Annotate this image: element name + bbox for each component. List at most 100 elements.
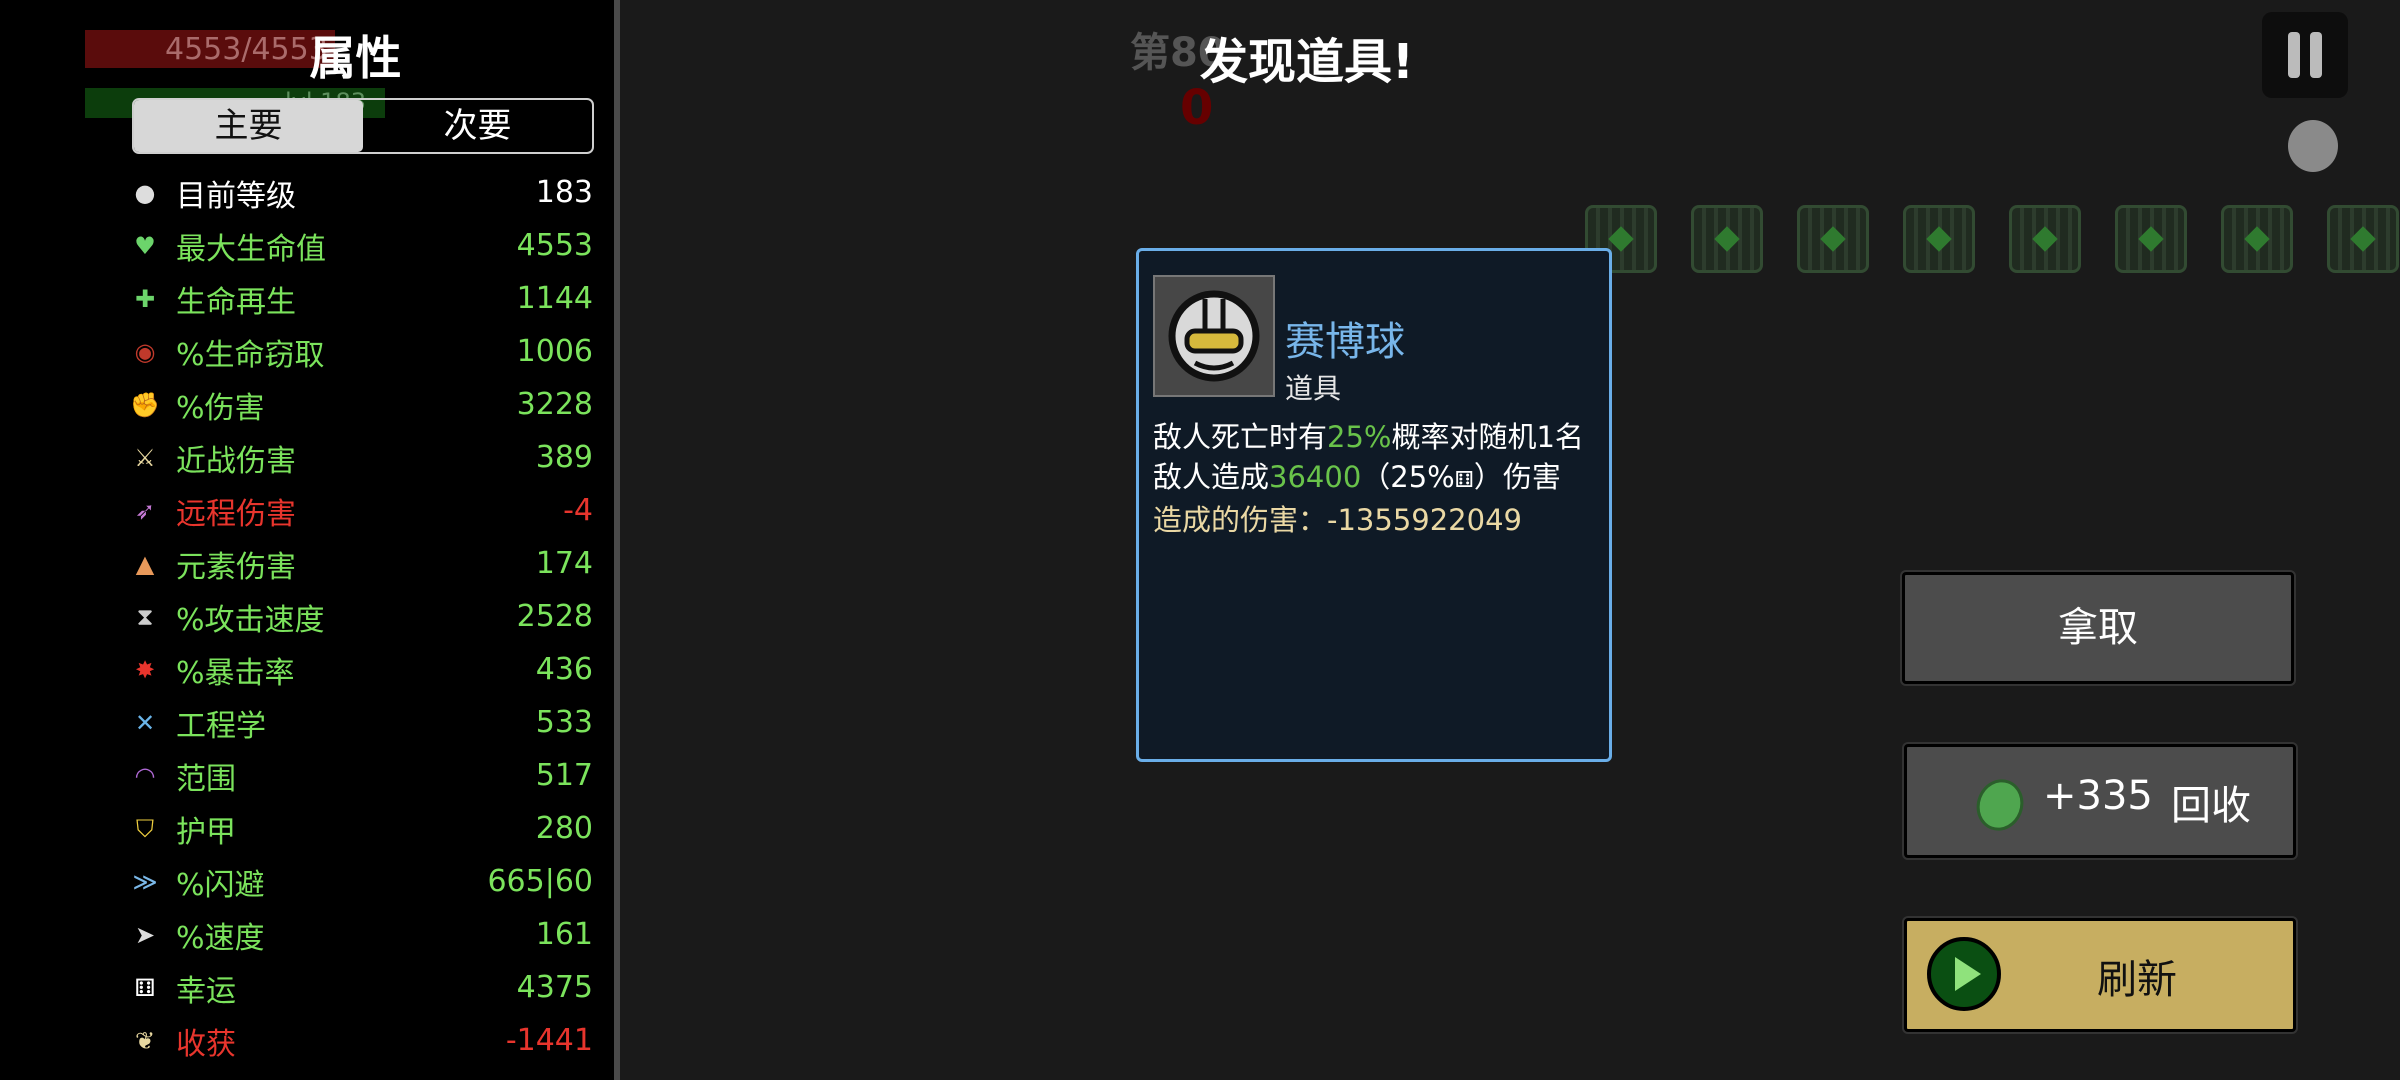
tab-secondary[interactable]: 次要 <box>363 100 592 152</box>
reroll-label: 刷新 <box>2097 957 2177 1003</box>
chest-icon <box>2221 205 2293 273</box>
loot-chest-queue <box>1585 205 2399 273</box>
stat-label: %暴击率 <box>176 655 295 691</box>
chest-icon <box>1903 205 1975 273</box>
stat-label: %攻击速度 <box>176 602 325 638</box>
stat-label: %伤害 <box>176 390 265 426</box>
armor-icon: ⛉ <box>136 814 154 843</box>
tab-primary[interactable]: 主要 <box>134 100 363 152</box>
stat-label: 远程伤害 <box>176 496 296 532</box>
damage-dealt: 造成的伤害：-1355922049 <box>1153 503 1522 537</box>
chest-icon <box>2009 205 2081 273</box>
desc-chance: 25% <box>1327 420 1392 454</box>
stat-row: ▲ 元素伤害 174 <box>128 537 593 590</box>
stat-row: ♥ 最大生命值 4553 <box>128 219 593 272</box>
stat-row: ✸ %暴击率 436 <box>128 643 593 696</box>
recycle-amount: +335 <box>2043 773 2153 819</box>
item-card: 赛博球 道具 敌人死亡时有25%概率对随机1名 敌人造成36400（25%⚅）伤… <box>1136 248 1612 762</box>
stats-tabs: 主要 次要 <box>132 98 594 154</box>
stat-value: 2528 <box>516 599 593 634</box>
harvest-icon: ❦ <box>134 1026 156 1055</box>
stat-label: 工程学 <box>176 708 266 744</box>
stat-value: 3228 <box>516 387 593 422</box>
stat-value: -4 <box>563 493 593 528</box>
desc-damage: 36400 <box>1269 460 1362 494</box>
luck-icon: ⚅ <box>1454 468 1474 493</box>
pause-button[interactable] <box>2262 12 2348 98</box>
stat-row: ● 目前等级 183 <box>128 166 593 219</box>
stat-label: 元素伤害 <box>176 549 296 585</box>
stat-row: ➤ %速度 161 <box>128 908 593 961</box>
item-type: 道具 <box>1285 372 1342 405</box>
stat-label: 最大生命值 <box>176 231 326 267</box>
stat-row: ✊ %伤害 3228 <box>128 378 593 431</box>
recycle-label: 回收 <box>2171 783 2251 829</box>
chest-icon <box>1797 205 1869 273</box>
stat-label: 范围 <box>176 761 236 797</box>
player-avatar-icon <box>2288 120 2338 172</box>
range-icon: ◠ <box>134 761 156 790</box>
cyberball-icon <box>1168 290 1260 382</box>
panel-divider <box>614 0 620 1080</box>
stat-value: 280 <box>535 811 593 846</box>
desc-text: 概率对随机1名 <box>1391 420 1584 454</box>
item-name: 赛博球 <box>1285 319 1405 365</box>
item-icon-frame <box>1153 275 1275 397</box>
popup-title: 发现道具! <box>1200 34 1414 90</box>
stat-value: 174 <box>535 546 593 581</box>
crit-icon: ✸ <box>134 655 156 684</box>
stat-row: ⚔ 近战伤害 389 <box>128 431 593 484</box>
regen-icon: ✚ <box>134 284 156 313</box>
take-button[interactable]: 拿取 <box>1902 572 2294 684</box>
stat-value: 183 <box>535 175 593 210</box>
luck-icon: ⚅ <box>134 973 156 1002</box>
stat-label: 幸运 <box>176 973 236 1009</box>
stat-value: 533 <box>535 705 593 740</box>
ranged-icon: ➶ <box>134 496 156 525</box>
stat-value: 436 <box>535 652 593 687</box>
stat-label: 近战伤害 <box>176 443 296 479</box>
item-description: 敌人死亡时有25%概率对随机1名 敌人造成36400（25%⚅）伤害 <box>1153 417 1603 501</box>
lifesteal-icon: ◉ <box>134 337 156 366</box>
recycle-button[interactable]: +335 回收 <box>1904 744 2296 858</box>
chest-icon <box>2327 205 2399 273</box>
stat-row: ⧗ %攻击速度 2528 <box>128 590 593 643</box>
stat-row: ✕ 工程学 533 <box>128 696 593 749</box>
desc-text: ）伤害 <box>1473 460 1561 494</box>
chest-icon <box>1691 205 1763 273</box>
elemental-icon: ▲ <box>135 549 155 578</box>
dodge-icon: ≫ <box>132 867 158 896</box>
stat-value: 517 <box>535 758 593 793</box>
stat-value: 4553 <box>516 228 593 263</box>
attack-speed-icon: ⧗ <box>136 602 154 631</box>
chest-icon <box>2115 205 2187 273</box>
reroll-button[interactable]: 刷新 <box>1904 918 2296 1032</box>
stat-row: ✚ 生命再生 1144 <box>128 272 593 325</box>
engineering-icon: ✕ <box>134 708 156 737</box>
stat-row: ◠ 范围 517 <box>128 749 593 802</box>
melee-icon: ⚔ <box>134 443 156 472</box>
stat-row: ⛉ 护甲 280 <box>128 802 593 855</box>
material-coin-icon <box>1969 772 2031 838</box>
play-icon <box>1927 937 2001 1011</box>
stat-value: 1006 <box>516 334 593 369</box>
stat-label: %闪避 <box>176 867 265 903</box>
stats-list: ● 目前等级 183 ♥ 最大生命值 4553 ✚ 生命再生 1144 ◉ %生命窃取 1006 ✊ %伤… <box>128 166 593 1067</box>
stats-panel-title: 属性 <box>309 31 402 85</box>
stat-value: 665|60 <box>487 864 593 899</box>
damage-icon: ✊ <box>130 390 160 419</box>
stat-label: 生命再生 <box>176 284 296 320</box>
stat-row: ❦ 收获 -1441 <box>128 1014 593 1067</box>
speed-icon: ➤ <box>134 920 156 949</box>
stat-label: 护甲 <box>176 814 236 850</box>
stat-row: ◉ %生命窃取 1006 <box>128 325 593 378</box>
desc-text: 敌人造成 <box>1153 460 1270 494</box>
stat-value: 389 <box>535 440 593 475</box>
desc-text: （25% <box>1361 460 1455 494</box>
stat-row: ≫ %闪避 665|60 <box>128 855 593 908</box>
stat-row: ➶ 远程伤害 -4 <box>128 484 593 537</box>
stat-value: 4375 <box>516 970 593 1005</box>
heart-icon: ♥ <box>134 231 156 260</box>
stat-value: -1441 <box>505 1023 593 1058</box>
stat-value: 161 <box>535 917 593 952</box>
